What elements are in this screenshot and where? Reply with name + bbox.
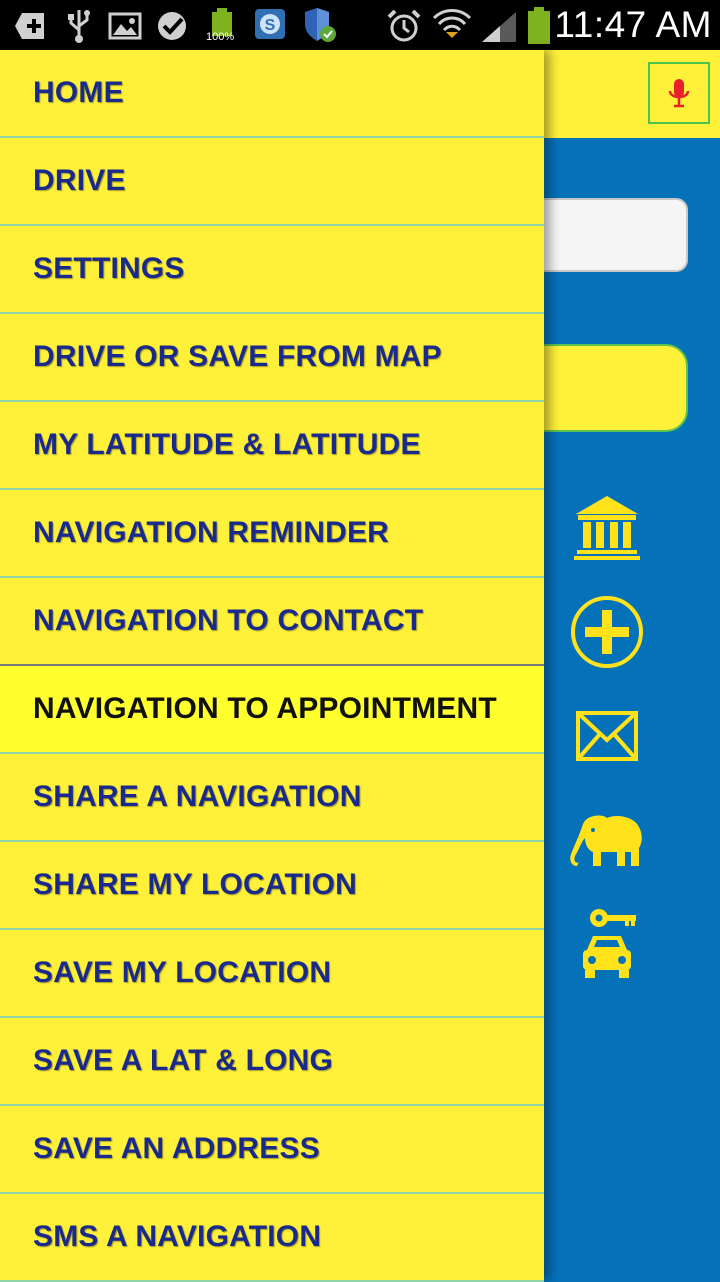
menu-item-share-my-location[interactable]: SHARE MY LOCATION (0, 842, 544, 930)
menu-item-navigation-to-appointment[interactable]: NAVIGATION TO APPOINTMENT (0, 664, 544, 754)
menu-item-navigation-reminder[interactable]: NAVIGATION REMINDER (0, 490, 544, 578)
usb-icon (66, 8, 92, 49)
voice-search-button[interactable] (648, 62, 710, 124)
car-key-icon[interactable] (566, 906, 648, 982)
menu-item-label: SETTINGS (33, 252, 185, 285)
battery-level: 100% (206, 31, 235, 43)
menu-item-label: SHARE MY LOCATION (33, 868, 357, 901)
menu-item-save-a-lat-long[interactable]: SAVE A LAT & LONG (0, 1018, 544, 1106)
wifi-icon (432, 6, 472, 49)
menu-item-label: DRIVE (33, 164, 126, 197)
shield-icon (302, 6, 338, 49)
menu-item-navigation-to-contact[interactable]: NAVIGATION TO CONTACT (0, 578, 544, 666)
skype-icon: S (254, 8, 286, 45)
microphone-icon (668, 79, 690, 108)
bank-icon[interactable] (566, 494, 648, 562)
menu-item-label: NAVIGATION REMINDER (33, 516, 390, 549)
svg-text:S: S (265, 17, 276, 34)
navigation-drawer: HOME DRIVE SETTINGS DRIVE OR SAVE FROM M… (0, 50, 544, 1282)
menu-item-label: SHARE A NAVIGATION (33, 780, 362, 813)
menu-item-my-latitude[interactable]: MY LATITUDE & LATITUDE (0, 402, 544, 490)
menu-item-home[interactable]: HOME (0, 50, 544, 138)
check-icon (156, 10, 190, 47)
menu-item-label: SAVE MY LOCATION (33, 956, 332, 989)
menu-item-sms-a-navigation[interactable]: SMS A NAVIGATION (0, 1194, 544, 1282)
menu-item-label: MY LATITUDE & LATITUDE (33, 428, 421, 461)
alarm-icon (386, 8, 422, 49)
menu-item-settings[interactable]: SETTINGS (0, 226, 544, 314)
menu-item-label: SAVE A LAT & LONG (33, 1044, 334, 1077)
menu-item-share-a-navigation[interactable]: SHARE A NAVIGATION (0, 754, 544, 842)
menu-item-label: SMS A NAVIGATION (33, 1220, 322, 1253)
status-bar: 100% S 11:47 AM (0, 0, 720, 50)
menu-item-label: NAVIGATION TO CONTACT (33, 604, 424, 637)
menu-item-label: DRIVE OR SAVE FROM MAP (33, 340, 442, 373)
menu-item-label: SAVE AN ADDRESS (33, 1132, 320, 1165)
mail-icon[interactable] (566, 710, 648, 762)
signal-icon (480, 10, 520, 49)
menu-item-drive-or-save-from-map[interactable]: DRIVE OR SAVE FROM MAP (0, 314, 544, 402)
menu-item-save-an-address[interactable]: SAVE AN ADDRESS (0, 1106, 544, 1194)
menu-item-drive[interactable]: DRIVE (0, 138, 544, 226)
status-time: 11:47 AM (554, 4, 712, 45)
add-icon (14, 10, 48, 47)
image-icon (108, 12, 142, 45)
battery-icon (526, 6, 552, 51)
elephant-icon[interactable] (566, 812, 648, 868)
plus-circle-icon[interactable] (566, 594, 648, 670)
menu-item-label: HOME (33, 76, 124, 109)
menu-item-save-my-location[interactable]: SAVE MY LOCATION (0, 930, 544, 1018)
menu-item-label: NAVIGATION TO APPOINTMENT (33, 692, 497, 725)
